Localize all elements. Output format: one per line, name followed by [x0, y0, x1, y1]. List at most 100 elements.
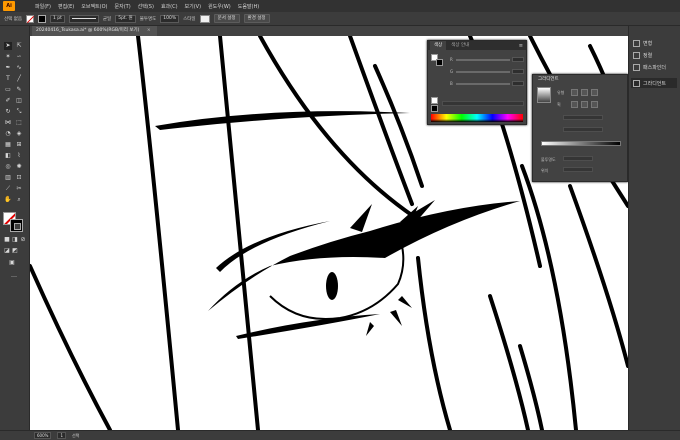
- magic-wand-tool-icon[interactable]: ✶: [4, 53, 12, 61]
- gradient-tool-icon[interactable]: ◧: [4, 152, 12, 160]
- dock-item-gradient[interactable]: 그라디언트: [631, 78, 677, 88]
- direct-selection-tool-icon[interactable]: ⇱: [15, 42, 23, 50]
- color-spectrum[interactable]: [431, 114, 523, 122]
- color-mode-icon[interactable]: ■: [3, 236, 11, 244]
- stroke-gradient-option-1[interactable]: [571, 101, 578, 108]
- stroke-black-swatch[interactable]: [10, 219, 23, 232]
- gradient-opacity-field[interactable]: [563, 156, 593, 161]
- zoom-field[interactable]: 600%: [34, 432, 52, 439]
- screen-mode-icon[interactable]: ▣: [8, 259, 16, 267]
- zoom-tool-icon[interactable]: ⌕: [15, 196, 23, 204]
- type-tool-icon[interactable]: T: [4, 75, 12, 83]
- b-value-field[interactable]: [512, 81, 524, 86]
- stroke-weight-field[interactable]: 1 pt: [50, 14, 65, 23]
- gradient-location-field[interactable]: [563, 167, 593, 172]
- slice-tool-icon[interactable]: ⟋: [4, 185, 12, 193]
- eyedropper-tool-icon[interactable]: ⌇: [15, 152, 23, 160]
- artboard-tool-icon[interactable]: ⊡: [15, 174, 23, 182]
- g-slider[interactable]: [456, 70, 510, 73]
- hand-tool-icon[interactable]: ✋: [4, 196, 12, 204]
- hex-field-row[interactable]: [442, 101, 524, 106]
- scale-tool-icon[interactable]: ⤡: [15, 108, 23, 116]
- linear-gradient-button[interactable]: [571, 89, 578, 96]
- dock-item-align[interactable]: 정렬: [633, 50, 652, 60]
- artboard-nav-field[interactable]: 1: [57, 432, 66, 439]
- pen-tool-icon[interactable]: ✒: [4, 64, 12, 72]
- rotate-tool-icon[interactable]: ↻: [4, 108, 12, 116]
- r-slider[interactable]: [456, 58, 510, 61]
- opacity-field[interactable]: 100%: [160, 14, 180, 23]
- column-graph-tool-icon[interactable]: ▥: [4, 174, 12, 182]
- lower-lash: [366, 322, 374, 336]
- draw-behind-icon[interactable]: ◩: [11, 247, 19, 255]
- menu-help[interactable]: 도움말(H): [238, 3, 259, 10]
- scissors-tool-icon[interactable]: ✂: [15, 185, 23, 193]
- width-tool-icon[interactable]: ⋈: [4, 119, 12, 127]
- pathfinder-icon: [633, 63, 640, 71]
- black-swatch[interactable]: [431, 105, 438, 112]
- selection-tool-icon[interactable]: ➤: [4, 42, 12, 50]
- control-bar: 선택 없음 1 pt 균일 5pt. 원 불투명도 100% 스타일 문서 설정…: [0, 12, 680, 26]
- dock-item-transform[interactable]: 변형: [633, 38, 652, 48]
- blend-tool-icon[interactable]: ◎: [4, 163, 12, 171]
- document-tab[interactable]: 20240416_Tsukasa.ai* @ 600%(RGB/미리 보기) ×: [32, 26, 157, 36]
- tab-color-guide[interactable]: 색상 안내: [447, 41, 473, 50]
- menu-view[interactable]: 보기(V): [185, 3, 202, 10]
- gradient-mode-icon[interactable]: ◨: [11, 236, 19, 244]
- menu-select[interactable]: 선택(S): [138, 3, 154, 10]
- stroke-black-swatch[interactable]: [436, 59, 443, 66]
- menu-effect[interactable]: 효과(C): [161, 3, 178, 10]
- white-swatch[interactable]: [431, 97, 438, 104]
- close-tab-icon[interactable]: ×: [147, 28, 151, 33]
- opacity-label: 불투명도: [139, 16, 157, 22]
- style-swatch[interactable]: [199, 14, 210, 23]
- tab-color[interactable]: 색상: [430, 41, 447, 50]
- draw-mode-icon[interactable]: ◪: [3, 247, 11, 255]
- blue-slider-row[interactable]: B: [450, 81, 524, 86]
- mesh-tool-icon[interactable]: ⊞: [15, 141, 23, 149]
- dock-item-label: 정렬: [643, 52, 653, 59]
- r-value-field[interactable]: [512, 57, 524, 62]
- stroke-profile-select[interactable]: [68, 14, 99, 23]
- lasso-tool-icon[interactable]: ∽: [15, 53, 23, 61]
- rectangle-tool-icon[interactable]: ▭: [4, 86, 12, 94]
- dock-item-pathfinder[interactable]: 패스파인더: [633, 62, 666, 72]
- menu-window[interactable]: 윈도우(W): [208, 3, 231, 10]
- radial-gradient-button[interactable]: [581, 89, 588, 96]
- panel-menu-icon[interactable]: ≡: [519, 43, 523, 49]
- shaper-tool-icon[interactable]: ✐: [4, 97, 12, 105]
- free-transform-tool-icon[interactable]: ⬚: [15, 119, 23, 127]
- eraser-tool-icon[interactable]: ◫: [15, 97, 23, 105]
- shape-builder-tool-icon[interactable]: ◔: [4, 130, 12, 138]
- none-mode-icon[interactable]: ⊘: [19, 236, 27, 244]
- menu-file[interactable]: 파일(F): [35, 3, 51, 10]
- stroke-gradient-option-2[interactable]: [581, 101, 588, 108]
- stroke-color-swatch[interactable]: [38, 14, 46, 23]
- gradient-slider[interactable]: [541, 141, 621, 146]
- paintbrush-tool-icon[interactable]: ✎: [15, 86, 23, 94]
- b-slider[interactable]: [456, 82, 510, 85]
- curvature-tool-icon[interactable]: ∿: [15, 64, 23, 72]
- more-tools-icon[interactable]: …: [10, 272, 18, 280]
- stroke-gradient-option-3[interactable]: [591, 101, 598, 108]
- freeform-gradient-button[interactable]: [591, 89, 598, 96]
- aspect-ratio-field[interactable]: [563, 127, 603, 132]
- live-paint-tool-icon[interactable]: ◈: [15, 130, 23, 138]
- green-slider-row[interactable]: G: [450, 69, 524, 74]
- line-tool-icon[interactable]: ╱: [15, 75, 23, 83]
- document-setup-button[interactable]: 문서 설정: [213, 14, 240, 23]
- menu-type[interactable]: 문자(T): [115, 3, 131, 10]
- preferences-button[interactable]: 환경 설정: [243, 14, 270, 23]
- perspective-grid-tool-icon[interactable]: ▦: [4, 141, 12, 149]
- menu-object[interactable]: 오브젝트(O): [81, 3, 107, 10]
- g-value-field[interactable]: [512, 69, 524, 74]
- menu-edit[interactable]: 편집(E): [58, 3, 74, 10]
- red-slider-row[interactable]: R: [450, 57, 524, 62]
- symbol-sprayer-tool-icon[interactable]: ✺: [15, 163, 23, 171]
- brush-select[interactable]: 5pt. 원: [115, 14, 136, 23]
- gradient-preview-swatch[interactable]: [537, 87, 551, 103]
- fill-color-swatch[interactable]: [26, 14, 34, 23]
- app-logo: Ai: [3, 1, 15, 11]
- hex-field[interactable]: [442, 101, 524, 106]
- angle-field[interactable]: [563, 115, 603, 120]
